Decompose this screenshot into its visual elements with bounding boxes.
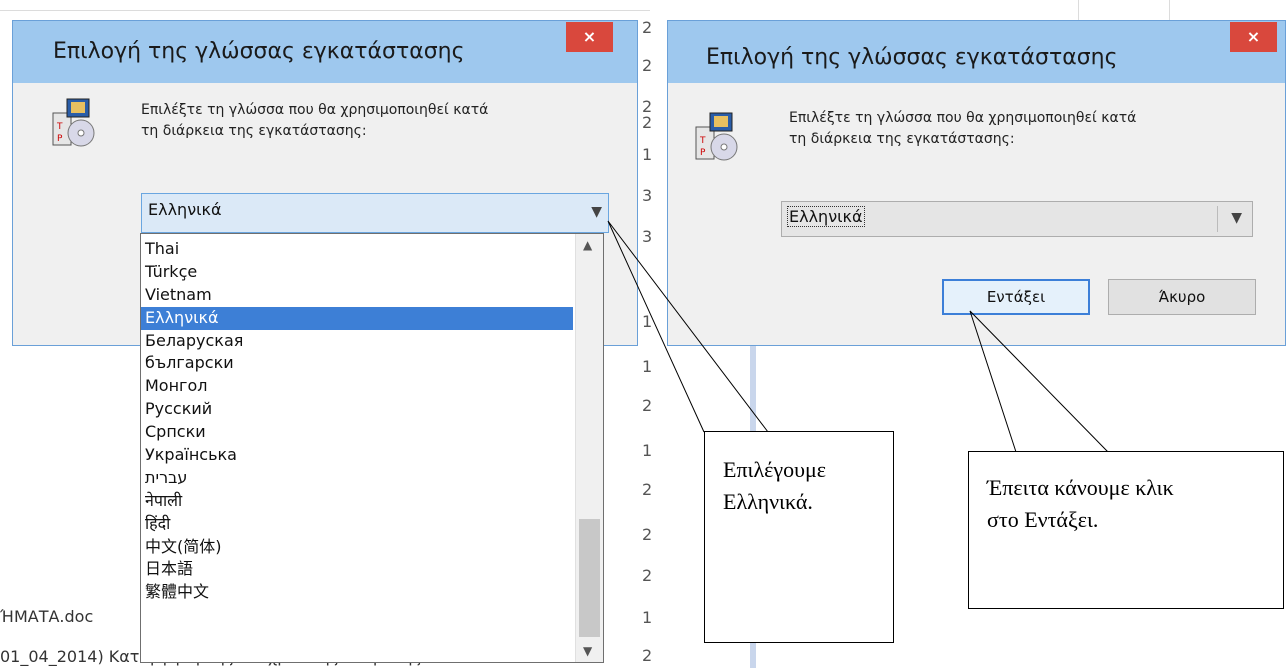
callout-select-greek: Επιλέγουμε Ελληνικά. <box>704 431 894 643</box>
callout-line: Επιλέγουμε <box>723 457 827 482</box>
callout-line: Ελληνικά. <box>723 489 813 514</box>
callout-click-ok: Έπειτα κάνουμε κλικ στο Εντάξει. <box>968 451 1284 609</box>
callout-line: Έπειτα κάνουμε κλικ <box>987 475 1174 500</box>
left-callout-pointer <box>607 220 769 433</box>
right-callout-pointer <box>969 310 1109 453</box>
callout-line: στο Εντάξει. <box>987 507 1099 532</box>
